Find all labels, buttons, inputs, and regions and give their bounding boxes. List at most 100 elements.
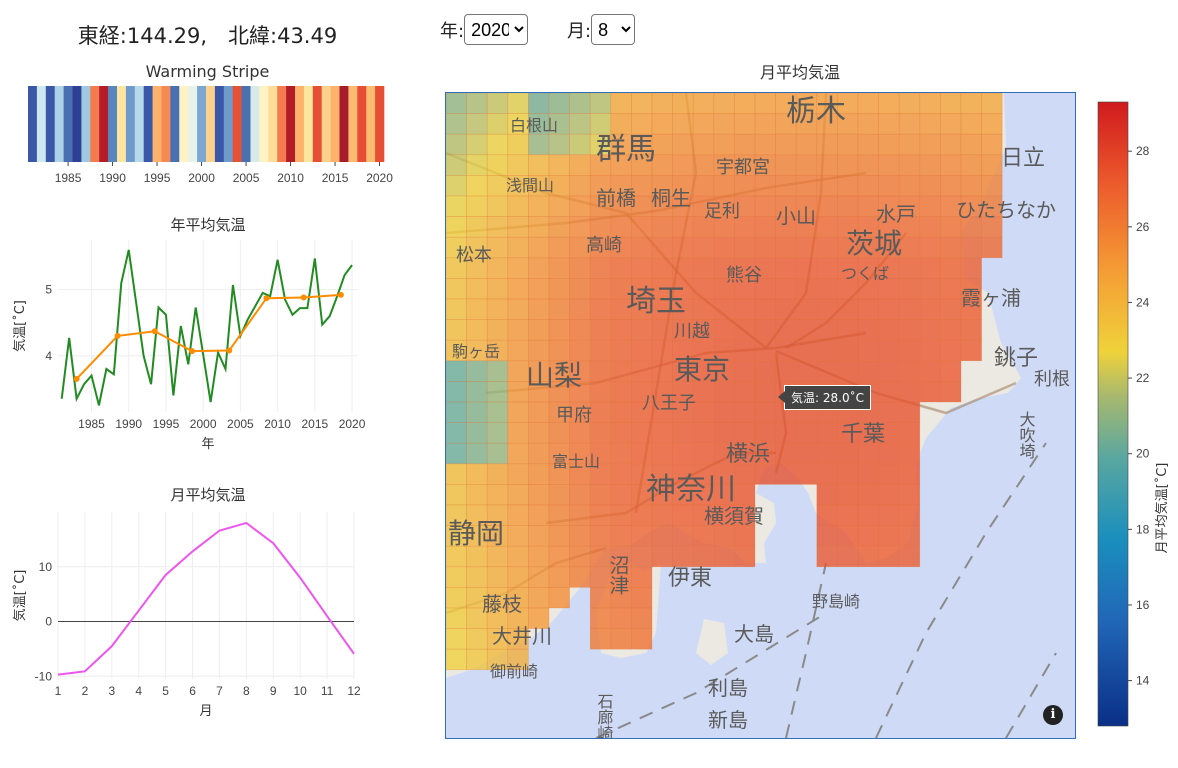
temperature-cell[interactable] [795,175,818,197]
temperature-cell[interactable] [919,216,941,238]
temperature-cell[interactable] [816,278,838,300]
temperature-cell[interactable] [589,339,612,362]
temperature-cell[interactable] [672,545,694,568]
temperature-cell[interactable] [507,257,529,279]
temperature-cell[interactable] [507,422,529,444]
temperature-cell[interactable] [857,484,879,506]
temperature-cell[interactable] [589,319,612,341]
temperature-cell[interactable] [919,175,941,197]
temperature-cell[interactable] [816,298,838,320]
temperature-cell[interactable] [631,566,653,588]
temperature-cell[interactable] [589,381,612,403]
temperature-cell[interactable] [816,360,838,382]
temperature-cell[interactable] [734,381,756,403]
temperature-cell[interactable] [898,113,921,135]
info-icon[interactable]: i [1043,705,1063,725]
temperature-cell[interactable] [486,401,509,423]
temperature-cell[interactable] [486,133,509,156]
temperature-cell[interactable] [898,319,921,341]
temperature-cell[interactable] [775,319,797,341]
temperature-cell[interactable] [795,360,818,382]
temperature-cell[interactable] [528,463,550,485]
temperature-cell[interactable] [548,216,570,238]
temperature-cell[interactable] [631,339,653,362]
temperature-cell[interactable] [898,484,921,506]
temperature-cell[interactable] [631,587,653,609]
temperature-cell[interactable] [795,422,818,444]
temperature-cell[interactable] [878,339,900,362]
temperature-cell[interactable] [837,484,859,506]
temperature-cell[interactable] [651,257,673,279]
temperature-cell[interactable] [816,236,838,259]
temperature-cell[interactable] [589,484,612,506]
temperature-cell[interactable] [940,257,962,279]
temperature-cell[interactable] [486,442,509,465]
temperature-cell[interactable] [734,360,756,382]
temperature-cell[interactable] [837,175,859,197]
temperature-cell[interactable] [651,504,673,526]
temperature-cell[interactable] [960,133,982,156]
temperature-cell[interactable] [795,319,818,341]
temperature-cell[interactable] [734,401,756,423]
temperature-cell[interactable] [610,401,632,423]
temperature-cell[interactable] [878,133,900,156]
year-select[interactable]: 2020 [464,14,529,45]
temperature-cell[interactable] [919,319,941,341]
temperature-cell[interactable] [692,154,715,176]
temperature-cell[interactable] [528,216,550,238]
temperature-cell[interactable] [610,607,632,629]
temperature-cell[interactable] [734,545,756,568]
temperature-cell[interactable] [754,113,776,135]
temperature-cell[interactable] [692,257,715,279]
temperature-cell[interactable] [507,216,529,238]
temperature-cell[interactable] [651,319,673,341]
temperature-cell[interactable] [528,401,550,423]
temperature-cell[interactable] [754,401,776,423]
temperature-cell[interactable] [919,113,941,135]
temperature-cell[interactable] [569,257,591,279]
temperature-cell[interactable] [754,298,776,320]
temperature-cell[interactable] [919,93,941,114]
temperature-cell[interactable] [713,175,735,197]
temperature-cell[interactable] [898,236,921,259]
temperature-cell[interactable] [486,422,509,444]
temperature-cell[interactable] [960,339,982,362]
temperature-cell[interactable] [898,422,921,444]
temperature-cell[interactable] [857,525,879,547]
temperature-cell[interactable] [548,236,570,259]
temperature-cell[interactable] [857,154,879,176]
temperature-cell[interactable] [569,484,591,506]
temperature-cell[interactable] [898,257,921,279]
temperature-cell[interactable] [919,298,941,320]
temperature-cell[interactable] [919,154,941,176]
temperature-cell[interactable] [692,278,715,300]
temperature-cell[interactable] [446,154,467,176]
temperature-cell[interactable] [486,216,509,238]
temperature-cell[interactable] [878,525,900,547]
temperature-cell[interactable] [795,339,818,362]
temperature-cell[interactable] [486,484,509,506]
temperature-cell[interactable] [528,154,550,176]
temperature-cell[interactable] [898,463,921,485]
temperature-cell[interactable] [610,442,632,465]
temperature-cell[interactable] [446,216,467,238]
temperature-cell[interactable] [466,278,488,300]
temperature-cell[interactable] [857,463,879,485]
temperature-cell[interactable] [837,463,859,485]
temperature-cell[interactable] [734,175,756,197]
temperature-cell[interactable] [569,154,591,176]
temperature-cell[interactable] [713,319,735,341]
temperature-cell[interactable] [446,133,467,156]
temperature-cell[interactable] [569,133,591,156]
temperature-cell[interactable] [466,154,488,176]
temperature-cell[interactable] [631,360,653,382]
temperature-cell[interactable] [651,360,673,382]
temperature-cell[interactable] [486,463,509,485]
temperature-cell[interactable] [754,93,776,114]
temperature-cell[interactable] [507,566,529,588]
temperature-cell[interactable] [940,381,962,403]
temperature-cell[interactable] [816,339,838,362]
temperature-cell[interactable] [795,257,818,279]
temperature-cell[interactable] [528,545,550,568]
temperature-cell[interactable] [466,133,488,156]
